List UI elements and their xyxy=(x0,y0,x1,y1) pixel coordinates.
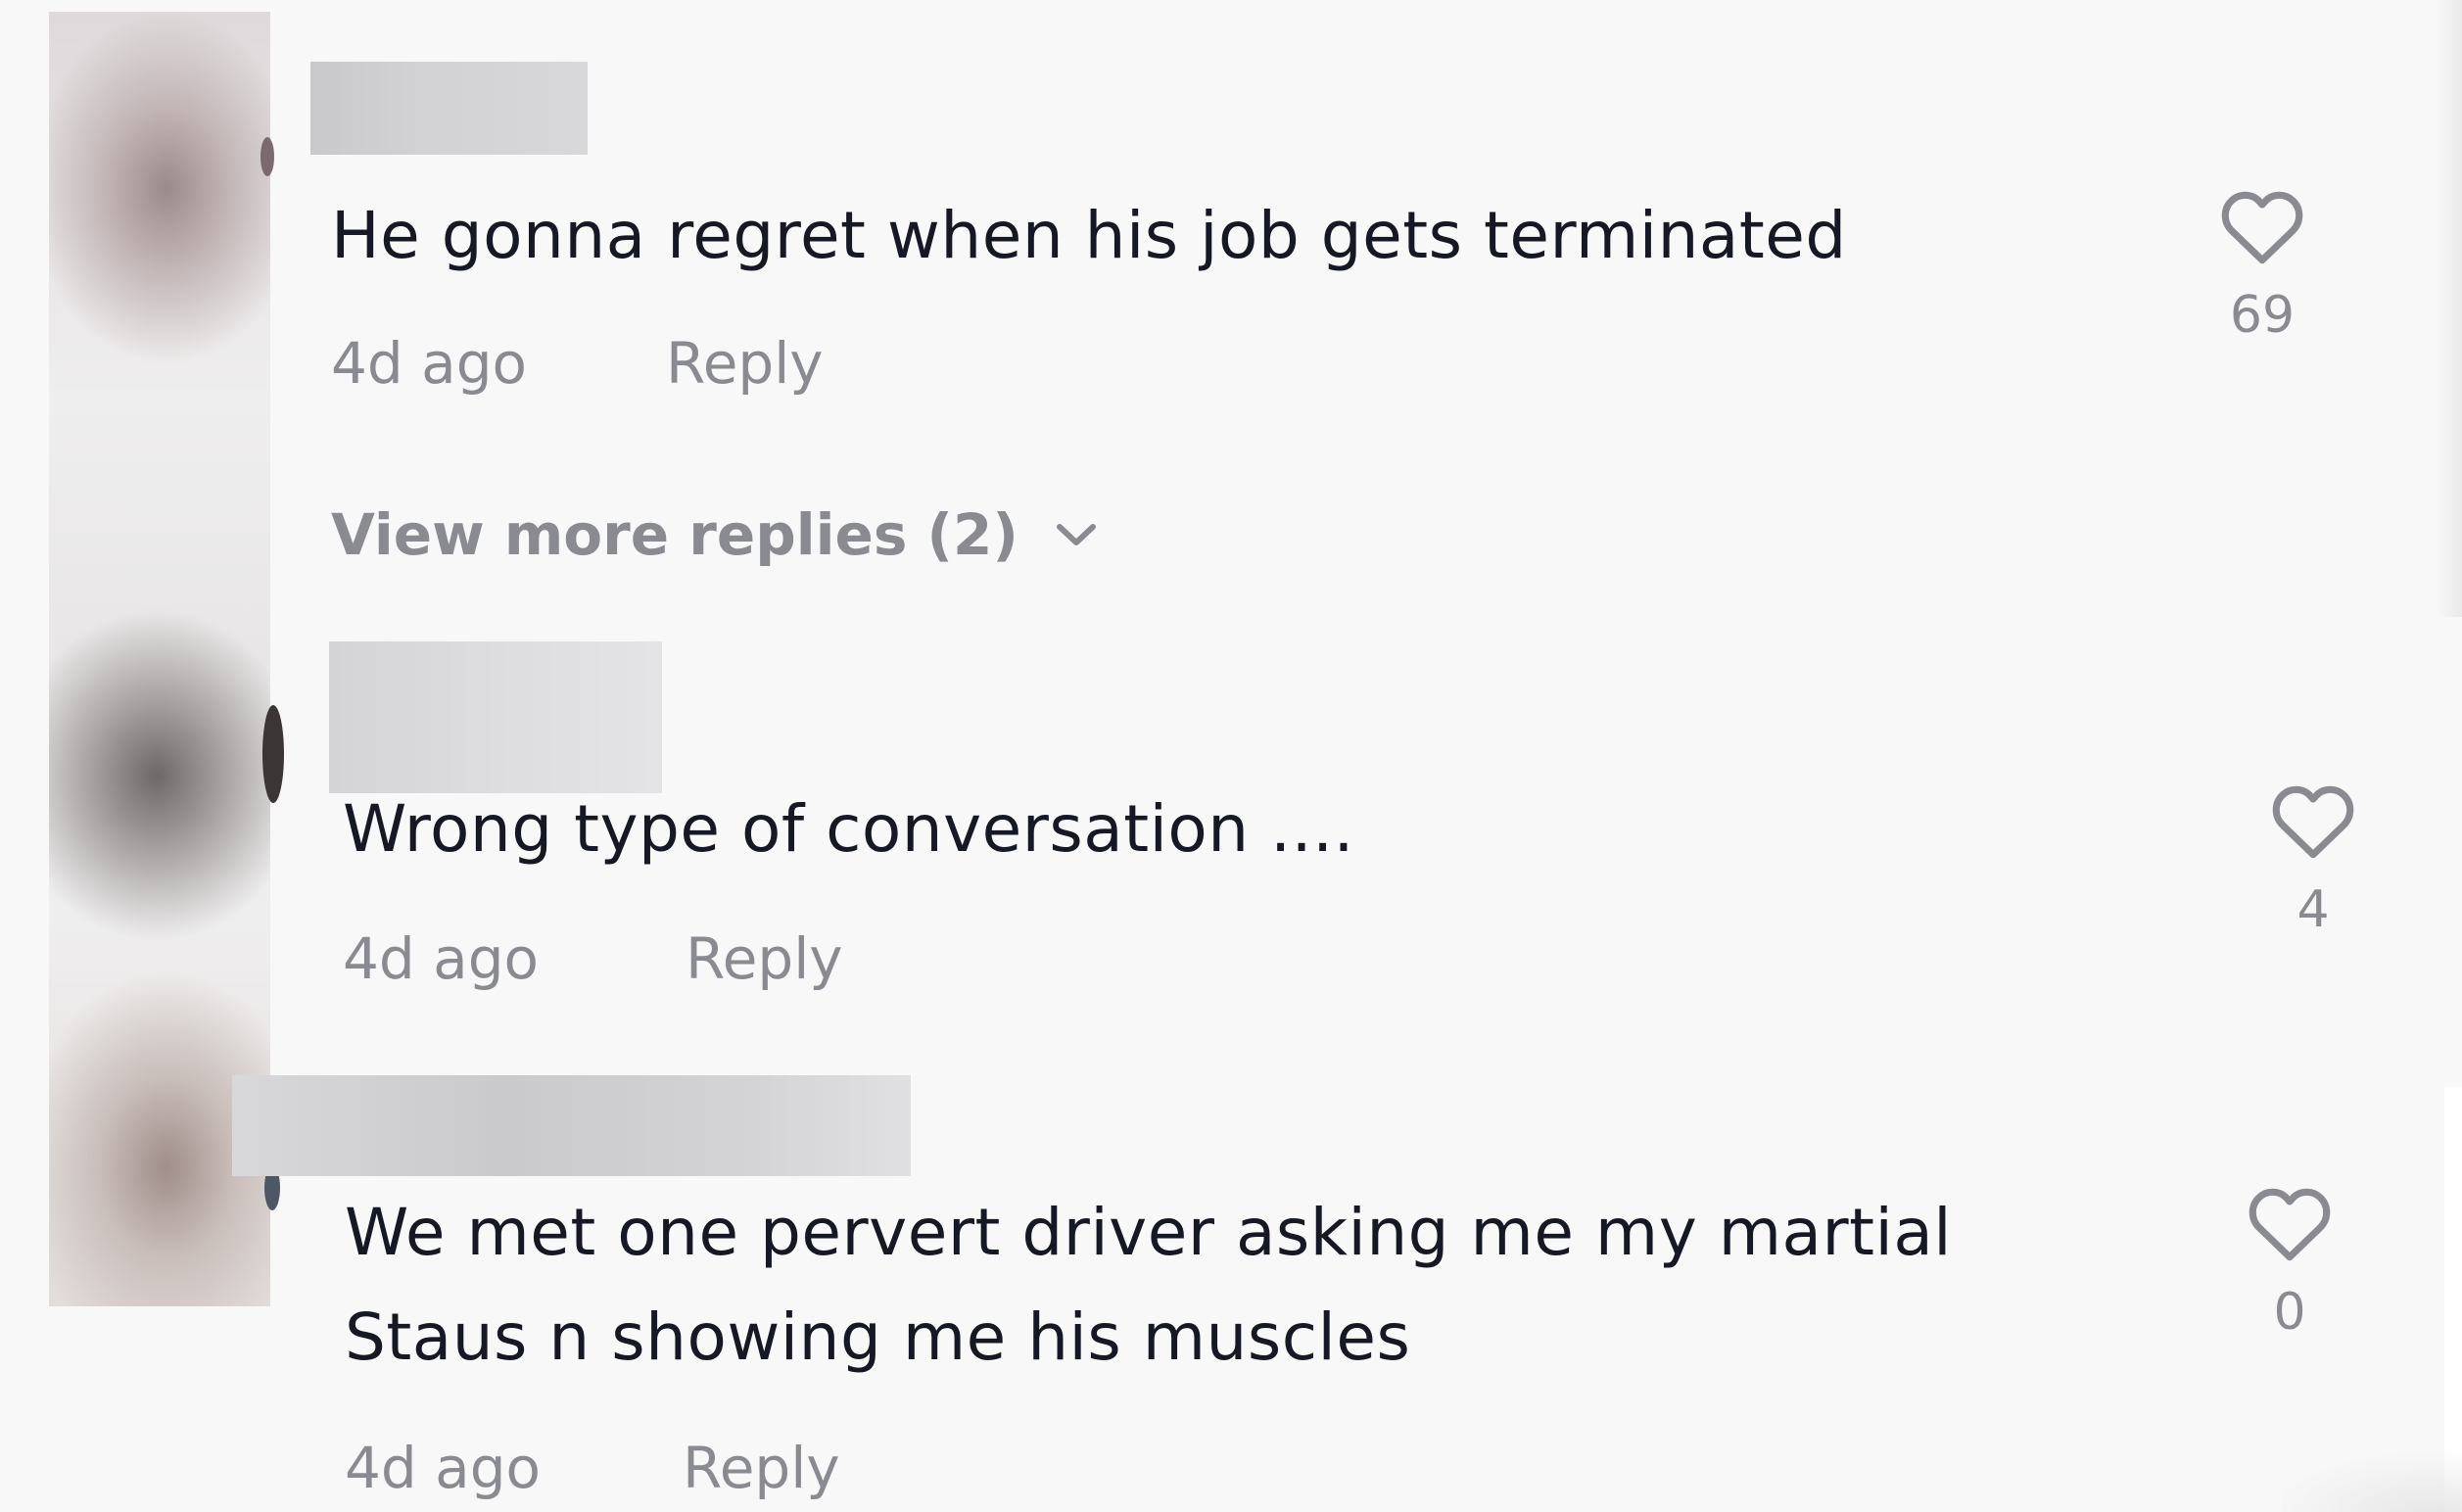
reply-button[interactable]: Reply xyxy=(686,924,843,993)
comment-timestamp: 4d ago xyxy=(343,925,539,992)
comment-text-line-2: Staus n showing me his muscles xyxy=(345,1299,1411,1375)
like-control[interactable]: 0 xyxy=(2231,1183,2348,1344)
comment-text: Wrong type of conversation .... xyxy=(343,791,1355,867)
heart-outline-icon[interactable] xyxy=(2246,1183,2334,1263)
comment-timestamp: 4d ago xyxy=(345,1435,541,1501)
chevron-down-icon xyxy=(1056,524,1096,545)
comment-timestamp: 4d ago xyxy=(331,330,527,397)
comment-list: He gonna regret when his job gets termin… xyxy=(0,0,2462,1512)
corner-shadow xyxy=(2282,1440,2462,1512)
view-more-replies-label: View more replies (2) xyxy=(331,501,1018,568)
avatar-edge xyxy=(262,705,284,803)
screen-edge-shadow xyxy=(2438,0,2462,617)
heart-outline-icon[interactable] xyxy=(2269,780,2357,861)
like-count: 0 xyxy=(2273,1283,2306,1342)
username-redacted[interactable] xyxy=(232,1075,911,1176)
comment-text-line-1: We met one pervert driver asking me my m… xyxy=(345,1195,1953,1270)
like-control[interactable]: 69 xyxy=(2203,186,2321,347)
like-control[interactable]: 4 xyxy=(2254,780,2372,941)
like-count: 69 xyxy=(2229,286,2296,345)
avatar-edge xyxy=(260,137,274,176)
view-more-replies-button[interactable]: View more replies (2) xyxy=(331,497,1099,572)
comment-text: He gonna regret when his job gets termin… xyxy=(331,198,1847,273)
like-count: 4 xyxy=(2296,880,2330,939)
reply-button[interactable]: Reply xyxy=(666,329,824,398)
username-redacted[interactable] xyxy=(329,641,662,793)
username-redacted[interactable] xyxy=(310,62,588,155)
reply-button[interactable]: Reply xyxy=(683,1434,840,1502)
heart-outline-icon[interactable] xyxy=(2218,186,2306,266)
